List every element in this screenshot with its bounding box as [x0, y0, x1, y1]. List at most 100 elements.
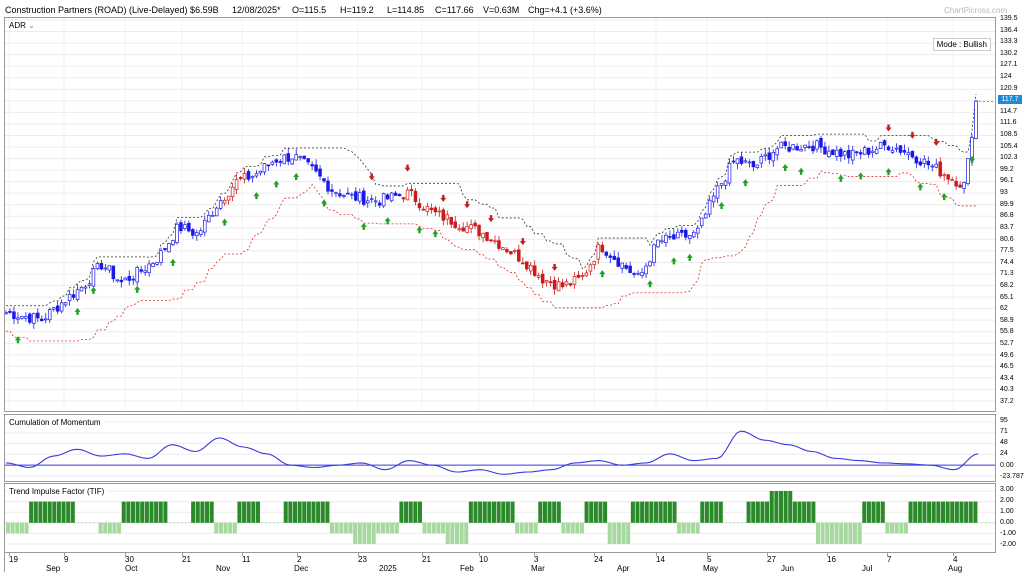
tif-bar	[223, 522, 228, 534]
candle-body	[306, 158, 310, 163]
adr-label: ADR ⌄	[9, 21, 38, 30]
tif-bar	[103, 522, 108, 534]
candle-body	[703, 213, 708, 219]
candle-body	[405, 189, 410, 201]
candle-body	[5, 312, 8, 314]
tif-bar	[570, 522, 575, 534]
tif-bar	[704, 501, 709, 523]
candle-body	[393, 192, 398, 196]
tif-panel: Trend Impulse Factor (TIF)	[4, 483, 996, 553]
tif-bar	[367, 522, 372, 544]
candle-body	[477, 224, 481, 237]
candle-body	[199, 230, 203, 235]
candle-body	[934, 163, 938, 168]
candle-body	[914, 156, 919, 164]
candle-body	[28, 313, 32, 323]
y-tick-label: 95	[1000, 417, 1008, 424]
candle-body	[843, 151, 847, 156]
buy-arrow-icon	[134, 285, 141, 293]
x-day-label: 3	[534, 555, 539, 564]
buy-arrow-icon	[599, 270, 606, 278]
tif-bar	[885, 522, 890, 534]
tif-bar	[311, 501, 316, 523]
sell-arrow-icon	[440, 194, 447, 202]
candle-body	[123, 277, 128, 281]
tif-bar	[52, 501, 57, 523]
tif-bar	[459, 522, 464, 544]
tif-bar	[464, 522, 469, 544]
tif-bar	[945, 501, 950, 523]
buy-arrow-icon	[647, 280, 654, 288]
sell-arrow-icon	[404, 164, 411, 172]
tif-bar	[515, 522, 520, 534]
y-tick-label: 83.7	[1000, 223, 1014, 231]
x-day-label: 30	[125, 555, 134, 564]
candle-body	[36, 312, 40, 319]
candle-body	[159, 250, 163, 263]
candle-body	[874, 148, 879, 154]
sell-arrow-icon	[551, 263, 558, 271]
y-tick-label: 120.9	[1000, 84, 1018, 92]
candle-body	[882, 140, 887, 146]
candle-body	[222, 199, 227, 204]
candle-body	[425, 206, 430, 213]
candle-body	[954, 180, 958, 187]
candle-body	[12, 311, 16, 319]
candle-body	[183, 224, 187, 230]
candle-body	[890, 150, 895, 153]
buy-arrow-icon	[670, 257, 677, 265]
candle-body	[16, 317, 20, 320]
tif-bar	[853, 522, 858, 544]
candle-body	[751, 161, 756, 168]
tif-bar	[908, 501, 913, 523]
tif-bar	[140, 501, 145, 523]
candle-body	[314, 164, 318, 172]
tif-bar	[237, 501, 242, 523]
candle-body	[258, 170, 263, 174]
candle-body	[322, 178, 326, 182]
x-tick	[242, 553, 243, 556]
candle-body	[652, 244, 656, 263]
y-tick-label: 102.3	[1000, 154, 1018, 162]
y-tick-label: 105.4	[1000, 142, 1018, 150]
tif-bar	[913, 501, 918, 523]
tif-bar	[496, 501, 501, 523]
tif-bar	[29, 501, 34, 523]
buy-arrow-icon	[742, 179, 749, 187]
x-day-label: 21	[182, 555, 191, 564]
candle-body	[680, 229, 684, 233]
buy-arrow-icon	[384, 217, 391, 225]
tif-bar	[579, 522, 584, 534]
x-day-label: 9	[64, 555, 69, 564]
tif-bar	[316, 501, 321, 523]
sell-arrow-icon	[885, 124, 892, 132]
tif-bar	[66, 501, 71, 523]
tif-bar	[209, 501, 214, 523]
candle-body	[544, 280, 549, 283]
tif-bar	[547, 501, 552, 523]
y-tick-label: 0.00	[1000, 519, 1014, 526]
tif-bar	[746, 501, 751, 523]
candle-body	[699, 217, 704, 227]
tif-bar	[292, 501, 297, 523]
candle-body	[608, 255, 613, 258]
candle-body	[59, 302, 64, 312]
tif-bar	[15, 522, 20, 534]
tif-bar	[973, 501, 978, 523]
tif-bar	[857, 522, 862, 544]
candle-body	[644, 265, 648, 275]
candle-body	[910, 150, 915, 158]
tif-bar	[714, 501, 719, 523]
candle-body	[636, 272, 640, 275]
candle-body	[429, 207, 434, 211]
candle-body	[278, 161, 283, 163]
tif-bar	[626, 522, 631, 544]
candle-body	[362, 190, 366, 205]
adr-lower-line	[6, 170, 976, 342]
x-tick	[479, 553, 480, 556]
candle-body	[397, 194, 402, 197]
y-tick-label: 48	[1000, 439, 1008, 447]
tif-bar	[297, 501, 302, 523]
x-day-label: 7	[887, 555, 892, 564]
y-tick-label: 65.1	[1000, 293, 1014, 301]
